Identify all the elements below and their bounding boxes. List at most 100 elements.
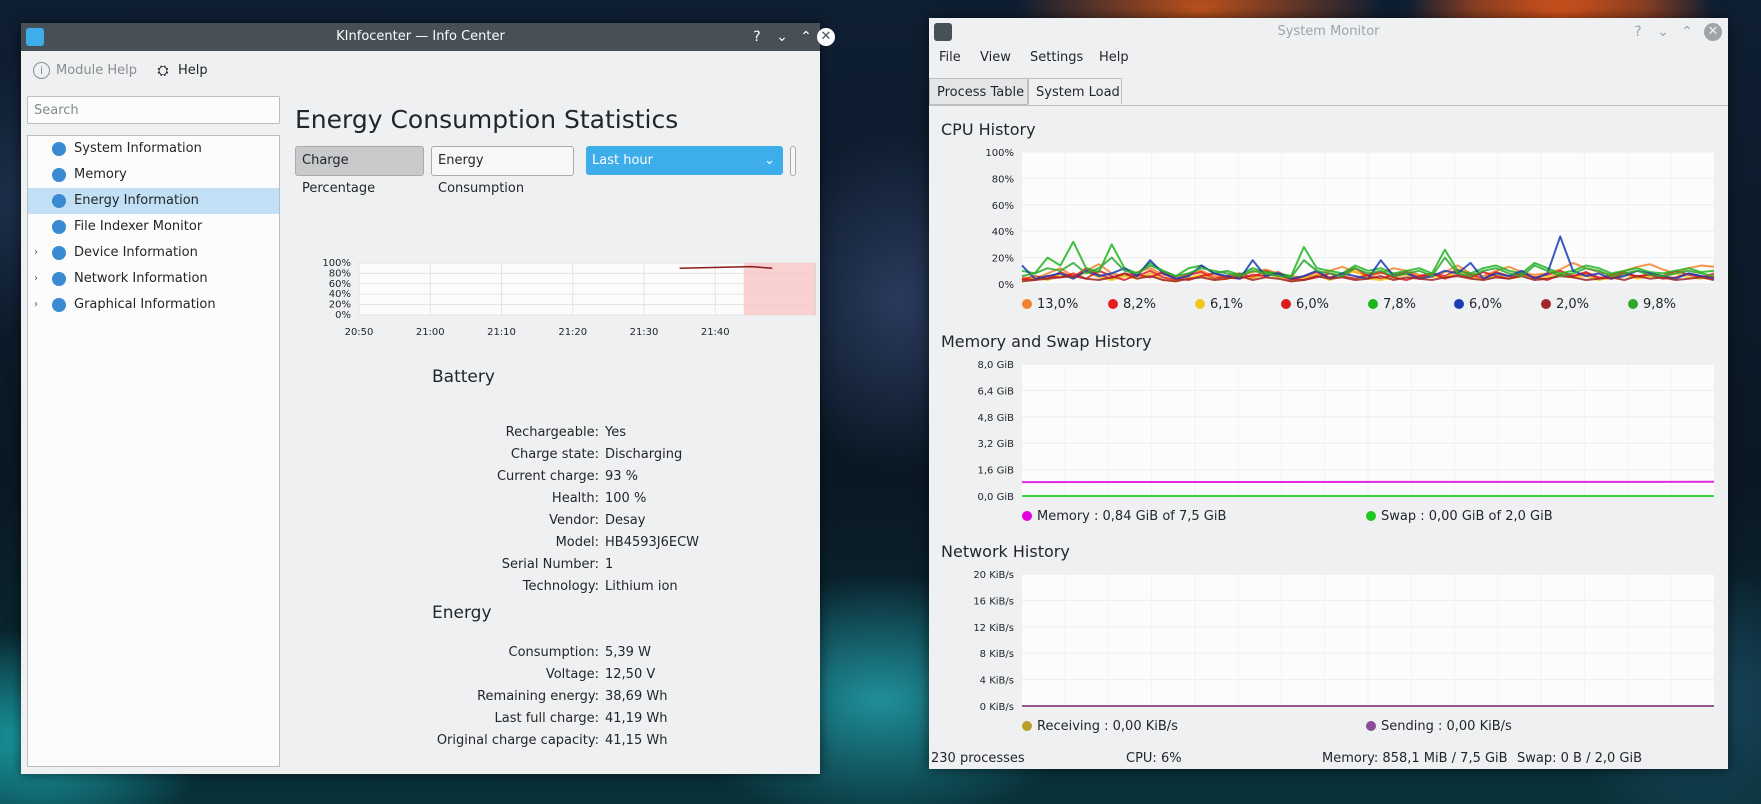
close-icon[interactable]: ✕ xyxy=(817,28,835,46)
chevron-down-icon: ⌄ xyxy=(764,153,775,168)
module-icon xyxy=(52,194,66,208)
swap-status: Swap: 0 B / 2,0 GiB xyxy=(1517,751,1642,766)
legend-swatch xyxy=(1022,511,1032,521)
legend-label: Receiving : 0,00 KiB/s xyxy=(1037,719,1178,734)
menu-item[interactable]: View xyxy=(980,50,1011,65)
y-tick-label: 60% xyxy=(329,279,351,290)
info-icon: i xyxy=(33,62,50,79)
info-key: Original charge capacity: xyxy=(436,733,599,748)
help-label: Help xyxy=(178,63,208,78)
legend-label: Sending : 0,00 KiB/s xyxy=(1381,719,1512,734)
info-value: Desay xyxy=(605,513,646,528)
info-value: 12,50 V xyxy=(605,667,656,682)
legend-label: 9,8% xyxy=(1643,297,1676,312)
sidebar-item-label: Device Information xyxy=(74,245,198,260)
y-tick-label: 60% xyxy=(992,201,1014,212)
close-icon[interactable]: ✕ xyxy=(1704,23,1722,41)
info-value: 1 xyxy=(605,557,614,572)
help-question-icon[interactable]: ? xyxy=(748,28,766,46)
sidebar-item-label: Energy Information xyxy=(74,193,199,208)
network-history-title: Network History xyxy=(941,542,1070,561)
sidebar-item[interactable]: File Indexer Monitor xyxy=(28,214,279,240)
maximize-icon[interactable]: ⌃ xyxy=(797,28,815,46)
chevron-right-icon[interactable]: › xyxy=(34,266,38,292)
sidebar-item-label: System Information xyxy=(74,141,202,156)
chevron-right-icon[interactable]: › xyxy=(34,240,38,266)
sidebar-item[interactable]: Memory xyxy=(28,162,279,188)
legend-label: 2,0% xyxy=(1556,297,1589,312)
menu-item[interactable]: File xyxy=(939,50,961,65)
window-title: KInfocenter — Info Center xyxy=(336,29,505,44)
partial-button[interactable] xyxy=(790,146,796,176)
legend-swatch xyxy=(1022,721,1032,731)
y-tick-label: 40% xyxy=(992,227,1014,238)
battery-heading: Battery xyxy=(432,367,495,387)
time-range-value: Last hour xyxy=(592,153,653,168)
time-range-select[interactable]: Last hour ⌄ xyxy=(586,146,783,175)
y-tick-label: 20% xyxy=(992,254,1014,265)
info-key: Current charge: xyxy=(496,469,599,484)
legend-swatch xyxy=(1195,299,1205,309)
menu-item[interactable]: Help xyxy=(1099,50,1129,65)
sidebar-item-label: Network Information xyxy=(74,271,208,286)
legend-swatch xyxy=(1366,721,1376,731)
help-question-icon[interactable]: ? xyxy=(1629,23,1647,41)
infocenter-window: KInfocenter — Info Center ? ⌄ ⌃ ✕ i Modul… xyxy=(21,23,835,774)
current-period-highlight xyxy=(743,263,815,315)
menu-item[interactable]: Settings xyxy=(1030,50,1083,65)
x-tick-label: 21:20 xyxy=(558,327,587,338)
minimize-icon[interactable]: ⌄ xyxy=(773,28,791,46)
legend-label: 8,2% xyxy=(1123,297,1156,312)
info-key: Last full charge: xyxy=(494,711,599,726)
tab-divider xyxy=(929,105,1728,106)
legend-swatch xyxy=(1628,299,1638,309)
sidebar-item-label: Graphical Information xyxy=(74,297,216,312)
help-button[interactable]: ⛭ Help xyxy=(154,59,208,83)
maximize-icon[interactable]: ⌃ xyxy=(1678,23,1696,41)
y-tick-label: 20 KiB/s xyxy=(973,570,1014,581)
info-value: 93 % xyxy=(605,469,639,484)
sidebar-item[interactable]: Energy Information xyxy=(28,188,279,214)
cpu-history-title: CPU History xyxy=(941,120,1036,139)
search-input[interactable] xyxy=(27,96,280,124)
module-icon xyxy=(52,142,66,156)
energy-consumption-button[interactable]: Energy Consumption xyxy=(431,146,574,196)
x-tick-label: 21:00 xyxy=(416,327,445,338)
chevron-right-icon[interactable]: › xyxy=(34,292,38,318)
tab-system-load[interactable]: System Load xyxy=(1028,78,1122,105)
sidebar-item[interactable]: › Graphical Information xyxy=(28,292,279,318)
sidebar-item-label: Memory xyxy=(74,167,127,182)
module-icon xyxy=(52,168,66,182)
y-tick-label: 1,6 GiB xyxy=(978,466,1015,477)
info-key: Vendor: xyxy=(549,513,599,528)
sidebar-item[interactable]: › Device Information xyxy=(28,240,279,266)
infocenter-titlebar[interactable]: KInfocenter — Info Center ? ⌄ ⌃ ✕ xyxy=(21,23,835,51)
system-monitor-window: System Monitor ? ⌄ ⌃ ✕ File View Settings H… xyxy=(929,18,1728,769)
sidebar-item[interactable]: › Network Information xyxy=(28,266,279,292)
info-value: HB4593J6ECW xyxy=(605,535,700,550)
y-tick-label: 80% xyxy=(992,174,1014,185)
info-key: Voltage: xyxy=(545,667,599,682)
y-tick-label: 100% xyxy=(985,148,1014,159)
page-title: Energy Consumption Statistics xyxy=(295,105,679,134)
tab-process-table[interactable]: Process Table xyxy=(929,78,1028,105)
info-value: 100 % xyxy=(605,491,647,506)
sidebar-item[interactable]: System Information xyxy=(28,136,279,162)
x-tick-label: 20:50 xyxy=(345,327,374,338)
y-tick-label: 3,2 GiB xyxy=(978,439,1015,450)
module-help-button[interactable]: i Module Help xyxy=(33,59,137,83)
info-key: Model: xyxy=(555,535,599,550)
y-tick-label: 0% xyxy=(335,310,351,321)
charge-chart: 100%80%60%40%20%0% 20:50 21:00 21:10 21:20 21… xyxy=(322,258,816,338)
sysmon-titlebar[interactable]: System Monitor ? ⌄ ⌃ ✕ xyxy=(929,18,1728,46)
y-tick-label: 16 KiB/s xyxy=(973,596,1014,607)
module-icon xyxy=(52,298,66,312)
info-key: Technology: xyxy=(522,579,599,594)
info-value: Yes xyxy=(605,425,626,440)
y-tick-label: 0 KiB/s xyxy=(980,702,1014,713)
module-icon xyxy=(52,272,66,286)
legend-swatch xyxy=(1454,299,1464,309)
minimize-icon[interactable]: ⌄ xyxy=(1654,23,1672,41)
charge-percentage-button[interactable]: Charge Percentage xyxy=(295,146,424,196)
module-help-label: Module Help xyxy=(56,63,138,78)
